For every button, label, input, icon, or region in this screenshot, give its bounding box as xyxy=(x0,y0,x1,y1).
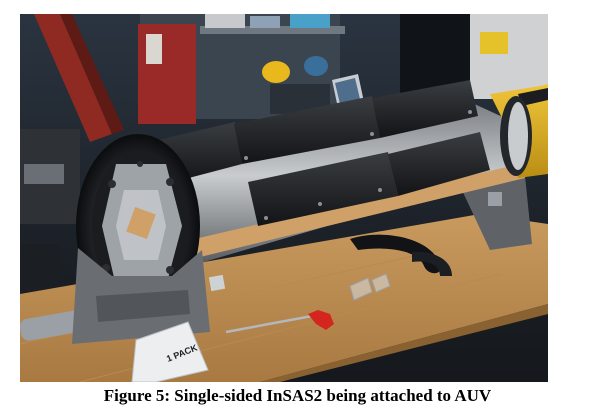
wall-panel-right xyxy=(470,14,548,99)
yellow-helmet xyxy=(262,61,290,83)
figure-photo: 1 PACK xyxy=(20,14,548,382)
figure-caption: Figure 5: Single-sided InSAS2 being atta… xyxy=(103,386,492,405)
